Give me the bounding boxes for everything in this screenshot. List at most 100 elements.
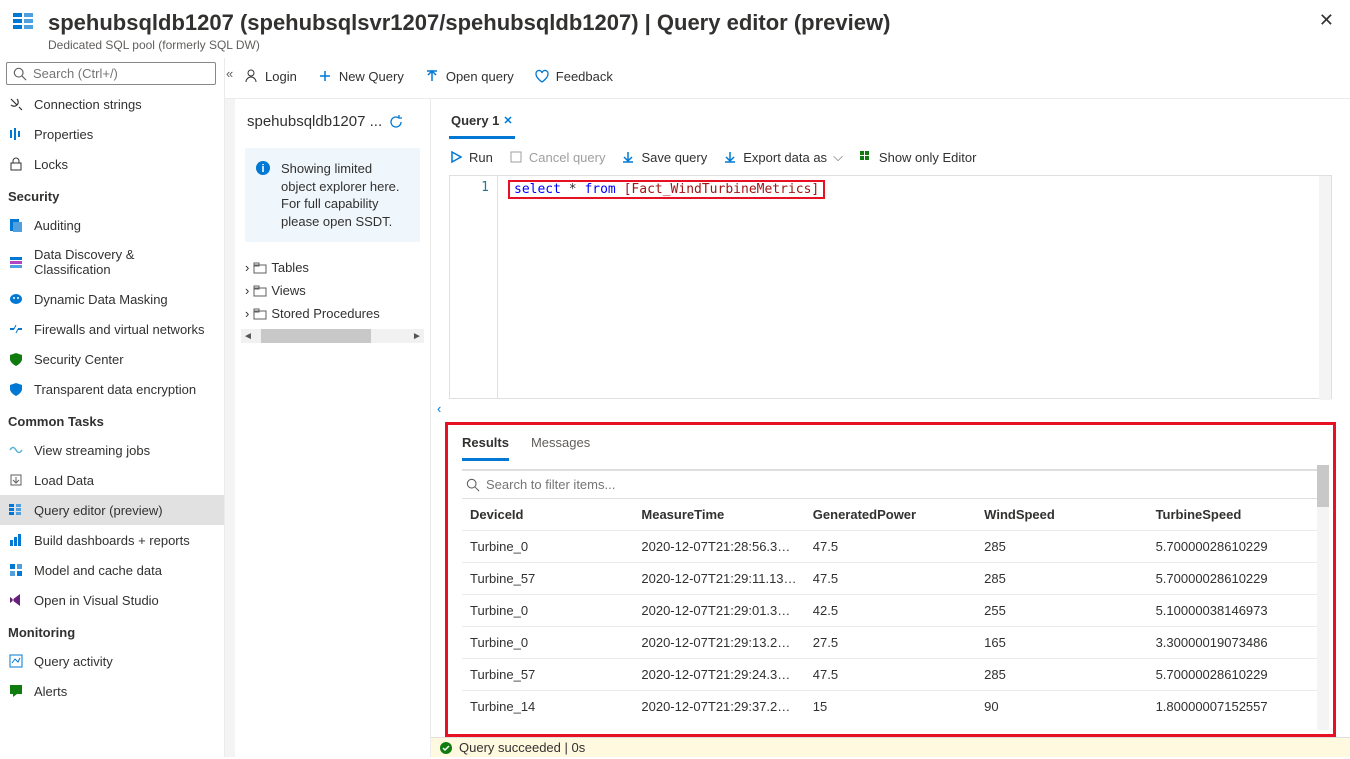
play-icon <box>449 150 463 164</box>
nav-auditing[interactable]: Auditing <box>0 210 224 240</box>
query-tab-1[interactable]: Query 1✕ <box>449 109 515 139</box>
table-row[interactable]: Turbine_142020-12-07T21:29:37.263...1590… <box>462 691 1319 723</box>
table-cell: 5.70000028610229 <box>1148 531 1319 563</box>
visual-studio-icon <box>8 592 24 608</box>
nav-dynamic-masking[interactable]: Dynamic Data Masking <box>0 284 224 314</box>
results-table: DeviceIdMeasureTimeGeneratedPowerWindSpe… <box>462 499 1319 722</box>
table-cell: 15 <box>805 691 976 723</box>
search-input[interactable] <box>33 66 209 81</box>
tab-messages[interactable]: Messages <box>531 435 590 461</box>
obj-explorer-title: spehubsqldb1207 ... <box>247 113 382 130</box>
column-header[interactable]: TurbineSpeed <box>1148 499 1319 531</box>
nav-connection-strings[interactable]: Connection strings <box>0 89 224 119</box>
left-nav: « Connection strings Properties Locks Se… <box>0 58 225 757</box>
results-header-row: DeviceIdMeasureTimeGeneratedPowerWindSpe… <box>462 499 1319 531</box>
results-filter[interactable] <box>462 469 1319 499</box>
nav-label: Connection strings <box>34 97 142 112</box>
nav-tde[interactable]: Transparent data encryption <box>0 374 224 404</box>
save-query-button[interactable]: Save query <box>621 150 707 165</box>
nav-load-data[interactable]: Load Data <box>0 465 224 495</box>
close-tab-icon[interactable]: ✕ <box>503 114 512 127</box>
splitter-handle[interactable]: ‹ <box>431 399 1350 418</box>
table-cell: 285 <box>976 531 1147 563</box>
folder-icon <box>253 284 267 298</box>
tree-label: Stored Procedures <box>271 306 379 321</box>
run-label: Run <box>469 150 493 165</box>
results-vertical-scrollbar[interactable] <box>1317 465 1329 730</box>
object-explorer: spehubsqldb1207 ... i Showing limited ob… <box>235 99 431 757</box>
nav-query-activity[interactable]: Query activity <box>0 646 224 676</box>
table-cell: 5.70000028610229 <box>1148 563 1319 595</box>
page-title: spehubsqldb1207 (spehubsqlsvr1207/spehub… <box>48 10 890 36</box>
tab-results[interactable]: Results <box>462 435 509 461</box>
column-header[interactable]: GeneratedPower <box>805 499 976 531</box>
table-row[interactable]: Turbine_02020-12-07T21:29:13.277...27.51… <box>462 627 1319 659</box>
run-button[interactable]: Run <box>449 150 493 165</box>
nav-security-center[interactable]: Security Center <box>0 344 224 374</box>
chevron-right-icon: › <box>245 306 249 321</box>
search-input-wrapper[interactable] <box>6 62 216 85</box>
table-row[interactable]: Turbine_572020-12-07T21:29:24.303...47.5… <box>462 659 1319 691</box>
table-cell: Turbine_0 <box>462 595 633 627</box>
horizontal-scrollbar[interactable]: ◄► <box>241 329 424 343</box>
query-editor-icon <box>8 502 24 518</box>
new-query-button[interactable]: New Query <box>309 64 412 88</box>
nav-label: Open in Visual Studio <box>34 593 159 608</box>
refresh-icon[interactable] <box>388 114 404 130</box>
export-button[interactable]: Export data as ⌵ <box>723 149 843 165</box>
column-header[interactable]: WindSpeed <box>976 499 1147 531</box>
table-cell: 47.5 <box>805 531 976 563</box>
shield-icon <box>8 351 24 367</box>
status-bar: Query succeeded | 0s <box>431 737 1350 757</box>
table-row[interactable]: Turbine_02020-12-07T21:29:01.363...42.52… <box>462 595 1319 627</box>
close-button[interactable]: ✕ <box>1319 10 1334 31</box>
table-cell: 255 <box>976 595 1147 627</box>
nav-dashboards[interactable]: Build dashboards + reports <box>0 525 224 555</box>
export-label: Export data as <box>743 150 827 165</box>
tree-sprocs[interactable]: › Stored Procedures <box>241 302 430 325</box>
table-cell: 2020-12-07T21:28:56.393... <box>633 531 804 563</box>
table-row[interactable]: Turbine_02020-12-07T21:28:56.393...47.52… <box>462 531 1319 563</box>
info-box: i Showing limited object explorer here. … <box>245 148 420 242</box>
streaming-icon <box>8 442 24 458</box>
scrollbar-stub[interactable] <box>225 99 235 757</box>
nav-label: Model and cache data <box>34 563 162 578</box>
tree-views[interactable]: ›Views <box>241 279 430 302</box>
page-header: spehubsqldb1207 (spehubsqlsvr1207/spehub… <box>0 0 1350 58</box>
load-data-icon <box>8 472 24 488</box>
show-only-editor-button[interactable]: Show only Editor <box>859 150 977 165</box>
nav-properties[interactable]: Properties <box>0 119 224 149</box>
nav-alerts[interactable]: Alerts <box>0 676 224 706</box>
table-row[interactable]: Turbine_572020-12-07T21:29:11.137...47.5… <box>462 563 1319 595</box>
code-vertical-scrollbar[interactable] <box>1319 176 1331 400</box>
nav-locks[interactable]: Locks <box>0 149 224 179</box>
nav-visual-studio[interactable]: Open in Visual Studio <box>0 585 224 615</box>
results-filter-input[interactable] <box>486 477 1315 492</box>
nav-streaming-jobs[interactable]: View streaming jobs <box>0 435 224 465</box>
table-cell: Turbine_0 <box>462 627 633 659</box>
nav-query-editor[interactable]: Query editor (preview) <box>0 495 224 525</box>
table-cell: 165 <box>976 627 1147 659</box>
auditing-icon <box>8 217 24 233</box>
login-label: Login <box>265 69 297 84</box>
folder-icon <box>253 261 267 275</box>
tree-tables[interactable]: ›Tables <box>241 256 430 279</box>
code-editor[interactable]: 1 select * from [Fact_WindTurbineMetrics… <box>449 175 1332 399</box>
column-header[interactable]: MeasureTime <box>633 499 804 531</box>
nav-label: Firewalls and virtual networks <box>34 322 205 337</box>
open-query-button[interactable]: Open query <box>416 64 522 88</box>
nav-label: Build dashboards + reports <box>34 533 190 548</box>
nav-data-discovery[interactable]: Data Discovery & Classification <box>0 240 224 284</box>
object-tree: ›Tables ›Views › Stored Procedures <box>235 250 430 325</box>
nav-firewalls[interactable]: Firewalls and virtual networks <box>0 314 224 344</box>
column-header[interactable]: DeviceId <box>462 499 633 531</box>
folder-icon <box>253 307 267 321</box>
open-query-label: Open query <box>446 69 514 84</box>
chevron-down-icon: ⌵ <box>833 149 843 165</box>
nav-model-cache[interactable]: Model and cache data <box>0 555 224 585</box>
login-button[interactable]: Login <box>235 64 305 88</box>
page-subtitle: Dedicated SQL pool (formerly SQL DW) <box>48 38 890 52</box>
feedback-button[interactable]: Feedback <box>526 64 621 88</box>
query-toolbar: Run Cancel query Save query Export data … <box>431 139 1350 175</box>
heart-icon <box>534 68 550 84</box>
